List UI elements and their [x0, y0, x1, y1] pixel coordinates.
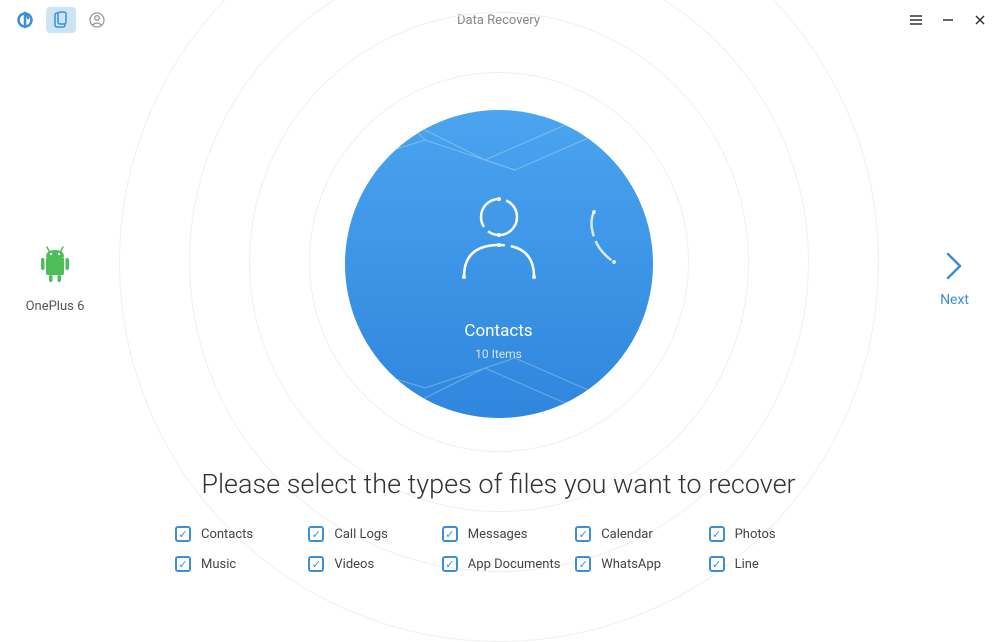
file-type-app-documents[interactable]: ✓ App Documents [442, 556, 575, 572]
file-type-label: Messages [468, 527, 528, 542]
chevron-right-icon [940, 250, 969, 286]
file-type-messages[interactable]: ✓ Messages [442, 526, 575, 542]
checkbox-icon: ✓ [308, 556, 324, 572]
file-type-label: Line [735, 557, 759, 572]
file-type-whatsapp[interactable]: ✓ WhatsApp [575, 556, 708, 572]
app-logo-icon[interactable] [10, 7, 40, 33]
file-type-photos[interactable]: ✓ Photos [709, 526, 842, 542]
file-type-label: Music [201, 557, 236, 572]
checkbox-icon: ✓ [175, 526, 191, 542]
center-category-title: Contacts [464, 321, 532, 341]
device-name: OnePlus 6 [20, 299, 90, 314]
checkbox-icon: ✓ [308, 526, 324, 542]
file-type-calendar[interactable]: ✓ Calendar [575, 526, 708, 542]
window-controls [909, 13, 987, 27]
instruction-text: Please select the types of files you wan… [0, 468, 997, 500]
checkbox-icon: ✓ [575, 556, 591, 572]
file-type-label: Contacts [201, 527, 253, 542]
titlebar-left [10, 7, 112, 33]
next-label: Next [940, 292, 969, 308]
minimize-icon[interactable] [941, 13, 955, 27]
android-icon [20, 245, 90, 289]
file-type-label: Call Logs [334, 527, 388, 542]
file-type-label: Photos [735, 527, 776, 542]
file-type-contacts[interactable]: ✓ Contacts [175, 526, 308, 542]
checkbox-icon: ✓ [575, 526, 591, 542]
device-panel: OnePlus 6 [20, 245, 90, 314]
file-type-call-logs[interactable]: ✓ Call Logs [308, 526, 441, 542]
file-type-label: App Documents [468, 557, 561, 572]
center-category-circle[interactable]: Contacts 10 Items [345, 110, 653, 418]
data-recovery-tab-icon[interactable] [46, 7, 76, 33]
user-tab-icon[interactable] [82, 7, 112, 33]
file-types-grid: ✓ Contacts ✓ Call Logs ✓ Messages ✓ Cale… [175, 526, 842, 572]
file-type-label: WhatsApp [601, 557, 661, 572]
file-type-videos[interactable]: ✓ Videos [308, 556, 441, 572]
checkbox-icon: ✓ [709, 526, 725, 542]
checkbox-icon: ✓ [709, 556, 725, 572]
checkbox-icon: ✓ [442, 526, 458, 542]
file-type-label: Calendar [601, 527, 653, 542]
checkbox-icon: ✓ [442, 556, 458, 572]
next-button[interactable]: Next [940, 250, 969, 308]
contacts-icon [454, 187, 544, 287]
mesh-decoration-bottom [345, 348, 653, 418]
adjacent-category-icon [584, 202, 634, 272]
menu-icon[interactable] [909, 13, 923, 27]
file-type-line[interactable]: ✓ Line [709, 556, 842, 572]
center-icon-area [454, 187, 544, 287]
file-type-music[interactable]: ✓ Music [175, 556, 308, 572]
close-icon[interactable] [973, 13, 987, 27]
checkbox-icon: ✓ [175, 556, 191, 572]
mesh-decoration [345, 110, 653, 180]
file-type-label: Videos [334, 557, 374, 572]
